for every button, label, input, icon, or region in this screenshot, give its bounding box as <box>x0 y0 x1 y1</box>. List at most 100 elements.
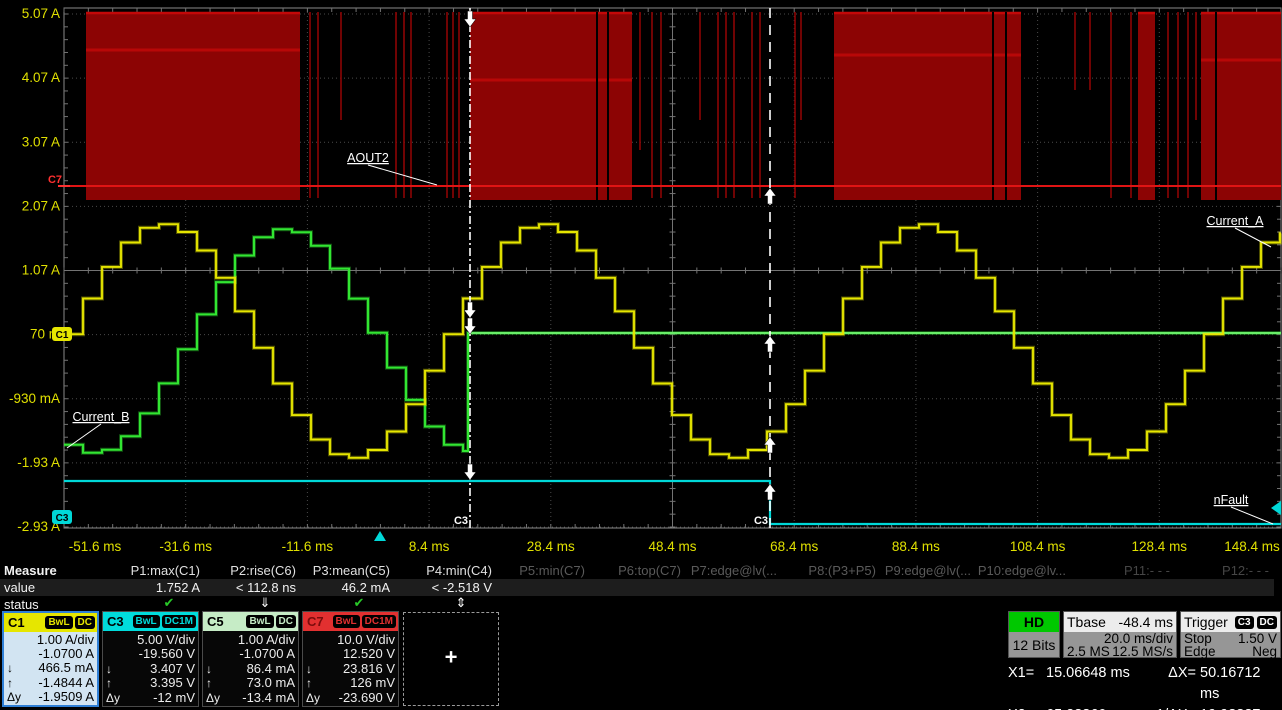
channel-value: 1.00 A/div <box>37 633 94 647</box>
channel-value: -1.0700 A <box>239 647 295 661</box>
channel-badge-bwl: BwL <box>246 615 273 628</box>
measure-col-header[interactable]: P9:edge@lv(... <box>885 563 971 578</box>
dx-value: 50.16712 ms <box>1200 663 1282 705</box>
trace-label-aout2[interactable]: AOUT2 <box>347 151 437 185</box>
measure-value-row: value 1.752 A< 112.8 ns46.2 mA< -2.518 V <box>0 579 1274 596</box>
trace-label-nfault[interactable]: nFault <box>1214 493 1273 524</box>
channel-badge-dc1m: DC1M <box>362 615 396 628</box>
measure-table-title: Measure <box>4 563 57 578</box>
x-axis-label: 148.4 ms <box>1224 539 1280 554</box>
channel-name: C7 <box>305 614 324 629</box>
measure-col-header[interactable]: P10:edge@lv... <box>978 563 1066 578</box>
drag-zone[interactable]: + <box>403 612 499 706</box>
channel-name: C1 <box>6 615 25 630</box>
measure-col-header[interactable]: P12:- - - <box>1222 563 1269 578</box>
trigger-box[interactable]: Trigger C3 DC Stop 1.50 V Edge Neg <box>1180 611 1281 658</box>
y-axis-label: 1.07 A <box>22 263 60 278</box>
cursor-glyph: Δy <box>4 690 21 704</box>
x-axis-label: 28.4 ms <box>527 539 575 554</box>
hd-badge: HD <box>1009 612 1059 632</box>
measure-col-header[interactable]: P3:mean(C5) <box>313 563 390 578</box>
trace-label-current-a[interactable]: Current_A <box>1207 214 1271 247</box>
channel-badge-dc: DC <box>75 616 95 629</box>
channel-badge-dc: DC <box>276 615 296 628</box>
cursor-glyph: ↑ <box>203 676 212 690</box>
cursor-glyph: Δy <box>103 691 120 705</box>
x-axis-label: 108.4 ms <box>1010 539 1066 554</box>
crosshair-icon: + <box>445 645 458 671</box>
measure-col-header[interactable]: P5:min(C7) <box>519 563 585 578</box>
x-axis-label: -51.6 ms <box>69 539 122 554</box>
measure-col-status-check: ✔ <box>354 595 365 611</box>
x-axis-label: 88.4 ms <box>892 539 940 554</box>
channel-value: -23.690 V <box>339 691 395 705</box>
measure-col-status-check: ✔ <box>164 595 175 611</box>
channel-badge-bwl: BwL <box>133 615 160 628</box>
measure-col-header[interactable]: P1:max(C1) <box>131 563 200 578</box>
x1-value: 15.06648 ms <box>1046 663 1150 705</box>
timebase-label: Tbase <box>1067 614 1106 630</box>
cursor-glyph: ↓ <box>303 662 312 676</box>
sample-rate: 12.5 MS/s <box>1112 645 1173 658</box>
timebase-offset: -48.4 ms <box>1119 614 1173 630</box>
y-axis-label: 4.07 A <box>22 70 60 85</box>
svg-text:C3: C3 <box>56 513 69 524</box>
channel-value: 73.0 mA <box>247 676 295 690</box>
measure-col-status-updown: ⇕ <box>456 595 467 611</box>
measure-col-header[interactable]: P11:- - - <box>1124 563 1170 578</box>
measure-status-row: status ✔ ⇓ ✔ ⇕ <box>0 596 1282 611</box>
measure-col-header[interactable]: P7:edge@lv(... <box>691 563 777 578</box>
y-axis-label: -930 mA <box>9 391 60 406</box>
cursor-glyph: ↓ <box>4 661 13 675</box>
measure-col-value: < 112.8 ns <box>236 580 296 595</box>
c7-offset-marker: C7 <box>48 174 62 186</box>
channel-markers[interactable]: C7 C1 C3 <box>48 174 1281 541</box>
cursor-readout: X1= 15.06648 ms ΔX= 50.16712 ms X2= 65.2… <box>1008 663 1282 710</box>
cursor-glyph: ↑ <box>4 676 13 690</box>
channel-badge-dc1m: DC1M <box>162 615 196 628</box>
x2-value: 65.23360 ms <box>1046 705 1150 710</box>
measure-col-value: < -2.518 V <box>432 580 492 595</box>
channel-box-c3[interactable]: C3BwLDC1M5.00 V/div-19.560 V↓3.407 V↑3.3… <box>102 611 199 707</box>
hd-bits: 12 Bits <box>1009 632 1059 657</box>
measure-header-row: Measure P1:max(C1) P2:rise(C6) P3:mean(C5)… <box>0 562 1282 579</box>
measure-col-header[interactable]: P8:(P3+P5) <box>808 563 876 578</box>
channel-value: -1.9509 A <box>38 690 94 704</box>
y-axis-label: -1.93 A <box>17 455 60 470</box>
measure-col-value: 46.2 mA <box>342 580 390 595</box>
timebase-box[interactable]: Tbase -48.4 ms 20.0 ms/div 2.5 MS 12.5 M… <box>1063 611 1177 658</box>
channel-box-c7[interactable]: C7BwLDC1M10.0 V/div12.520 V↓23.816 V↑126… <box>302 611 399 707</box>
channel-value: 1.00 A/div <box>238 633 295 647</box>
y-axis-label: 5.07 A <box>22 6 60 21</box>
cursor-glyph: ↓ <box>203 662 212 676</box>
svg-text:AOUT2: AOUT2 <box>347 151 389 165</box>
channel-badge-bwl: BwL <box>45 616 72 629</box>
x-axis-label: 68.4 ms <box>770 539 818 554</box>
measure-col-header[interactable]: P2:rise(C6) <box>230 563 296 578</box>
channel-box-c5[interactable]: C5BwLDC1.00 A/div-1.0700 A↓86.4 mA↑73.0 … <box>202 611 299 707</box>
channel-value: 23.816 V <box>343 662 395 676</box>
measure-col-status-down: ⇓ <box>260 595 271 611</box>
channel-value: -1.0700 A <box>38 647 94 661</box>
oscilloscope-screen: 5.07 A4.07 A3.07 A2.07 A1.07 A70 m-930 m… <box>0 0 1282 710</box>
cursor2-source-tag: C3 <box>754 515 768 527</box>
x-axis-label: 128.4 ms <box>1132 539 1188 554</box>
channel-name: C5 <box>205 614 224 629</box>
hd-mode-box[interactable]: HD 12 Bits <box>1008 611 1060 658</box>
measure-col-value: 1.752 A <box>156 580 200 595</box>
measure-status-label: status <box>4 597 39 612</box>
x-axis-label: 48.4 ms <box>648 539 696 554</box>
channel-value: -12 mV <box>153 691 195 705</box>
channel-value: -13.4 mA <box>242 691 295 705</box>
channel-value: 5.00 V/div <box>137 633 195 647</box>
cursor-glyph: Δy <box>203 691 220 705</box>
measure-col-header[interactable]: P4:min(C4) <box>426 563 492 578</box>
measure-col-header[interactable]: P6:top(C7) <box>618 563 681 578</box>
channel-badge-bwl: BwL <box>333 615 360 628</box>
channel-name: C3 <box>105 614 124 629</box>
channel-box-c1[interactable]: C1BwLDC1.00 A/div-1.0700 A↓466.5 mA↑-1.4… <box>2 611 99 707</box>
x2-label: X2= <box>1008 705 1046 710</box>
svg-text:C1: C1 <box>56 330 69 341</box>
channel-value: 126 mV <box>350 676 395 690</box>
cursor-glyph: ↑ <box>103 676 112 690</box>
